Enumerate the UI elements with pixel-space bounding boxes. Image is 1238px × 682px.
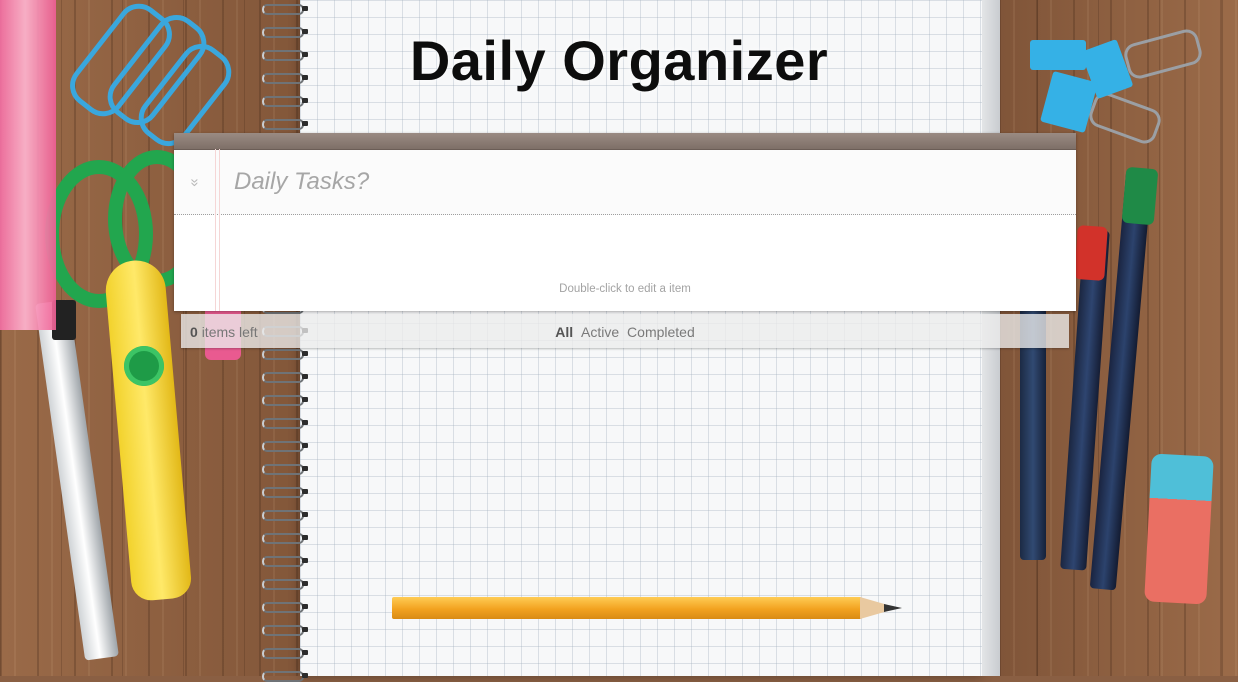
spiral-ring	[262, 464, 308, 475]
filter-links: All Active Completed	[181, 324, 1069, 340]
eraser-decoration	[1144, 453, 1214, 605]
new-todo-input[interactable]	[218, 150, 1058, 214]
page-title: Daily Organizer	[409, 29, 829, 92]
spiral-ring	[262, 418, 308, 429]
spiral-ring	[262, 625, 308, 636]
spiral-ring	[262, 510, 308, 521]
pencil-cap-decoration	[1121, 166, 1159, 226]
spiral-ring	[262, 349, 308, 360]
todo-app-panel: » Double-click to edit a item	[174, 133, 1076, 311]
spiral-ring	[262, 4, 308, 15]
spiral-ring	[262, 441, 308, 452]
panel-top-bar	[174, 133, 1076, 150]
pencil-cap-decoration	[1074, 225, 1108, 281]
spiral-ring	[262, 372, 308, 383]
spiral-ring	[262, 556, 308, 567]
new-todo-row: »	[174, 150, 1076, 215]
edit-hint-text: Double-click to edit a item	[559, 283, 691, 295]
spiral-ring	[262, 395, 308, 406]
filter-active[interactable]: Active	[581, 324, 619, 340]
double-chevron-down-icon[interactable]: »	[174, 150, 216, 214]
spiral-ring	[262, 579, 308, 590]
filter-all[interactable]: All	[555, 324, 573, 340]
todo-list: Double-click to edit a item	[174, 215, 1076, 311]
spiral-ring	[262, 602, 308, 613]
spiral-ring	[262, 487, 308, 498]
scissors-pivot-decoration	[124, 346, 164, 386]
toggle-all-glyph: »	[186, 177, 204, 187]
todo-footer: 0 items left All Active Completed	[181, 314, 1069, 348]
spiral-ring	[262, 533, 308, 544]
spiral-ring	[262, 119, 308, 130]
filter-completed[interactable]: Completed	[627, 324, 695, 340]
pencil-decoration	[392, 597, 862, 619]
spiral-ring	[262, 648, 308, 659]
spiral-ring	[262, 671, 308, 682]
spiral-ring	[262, 96, 308, 107]
